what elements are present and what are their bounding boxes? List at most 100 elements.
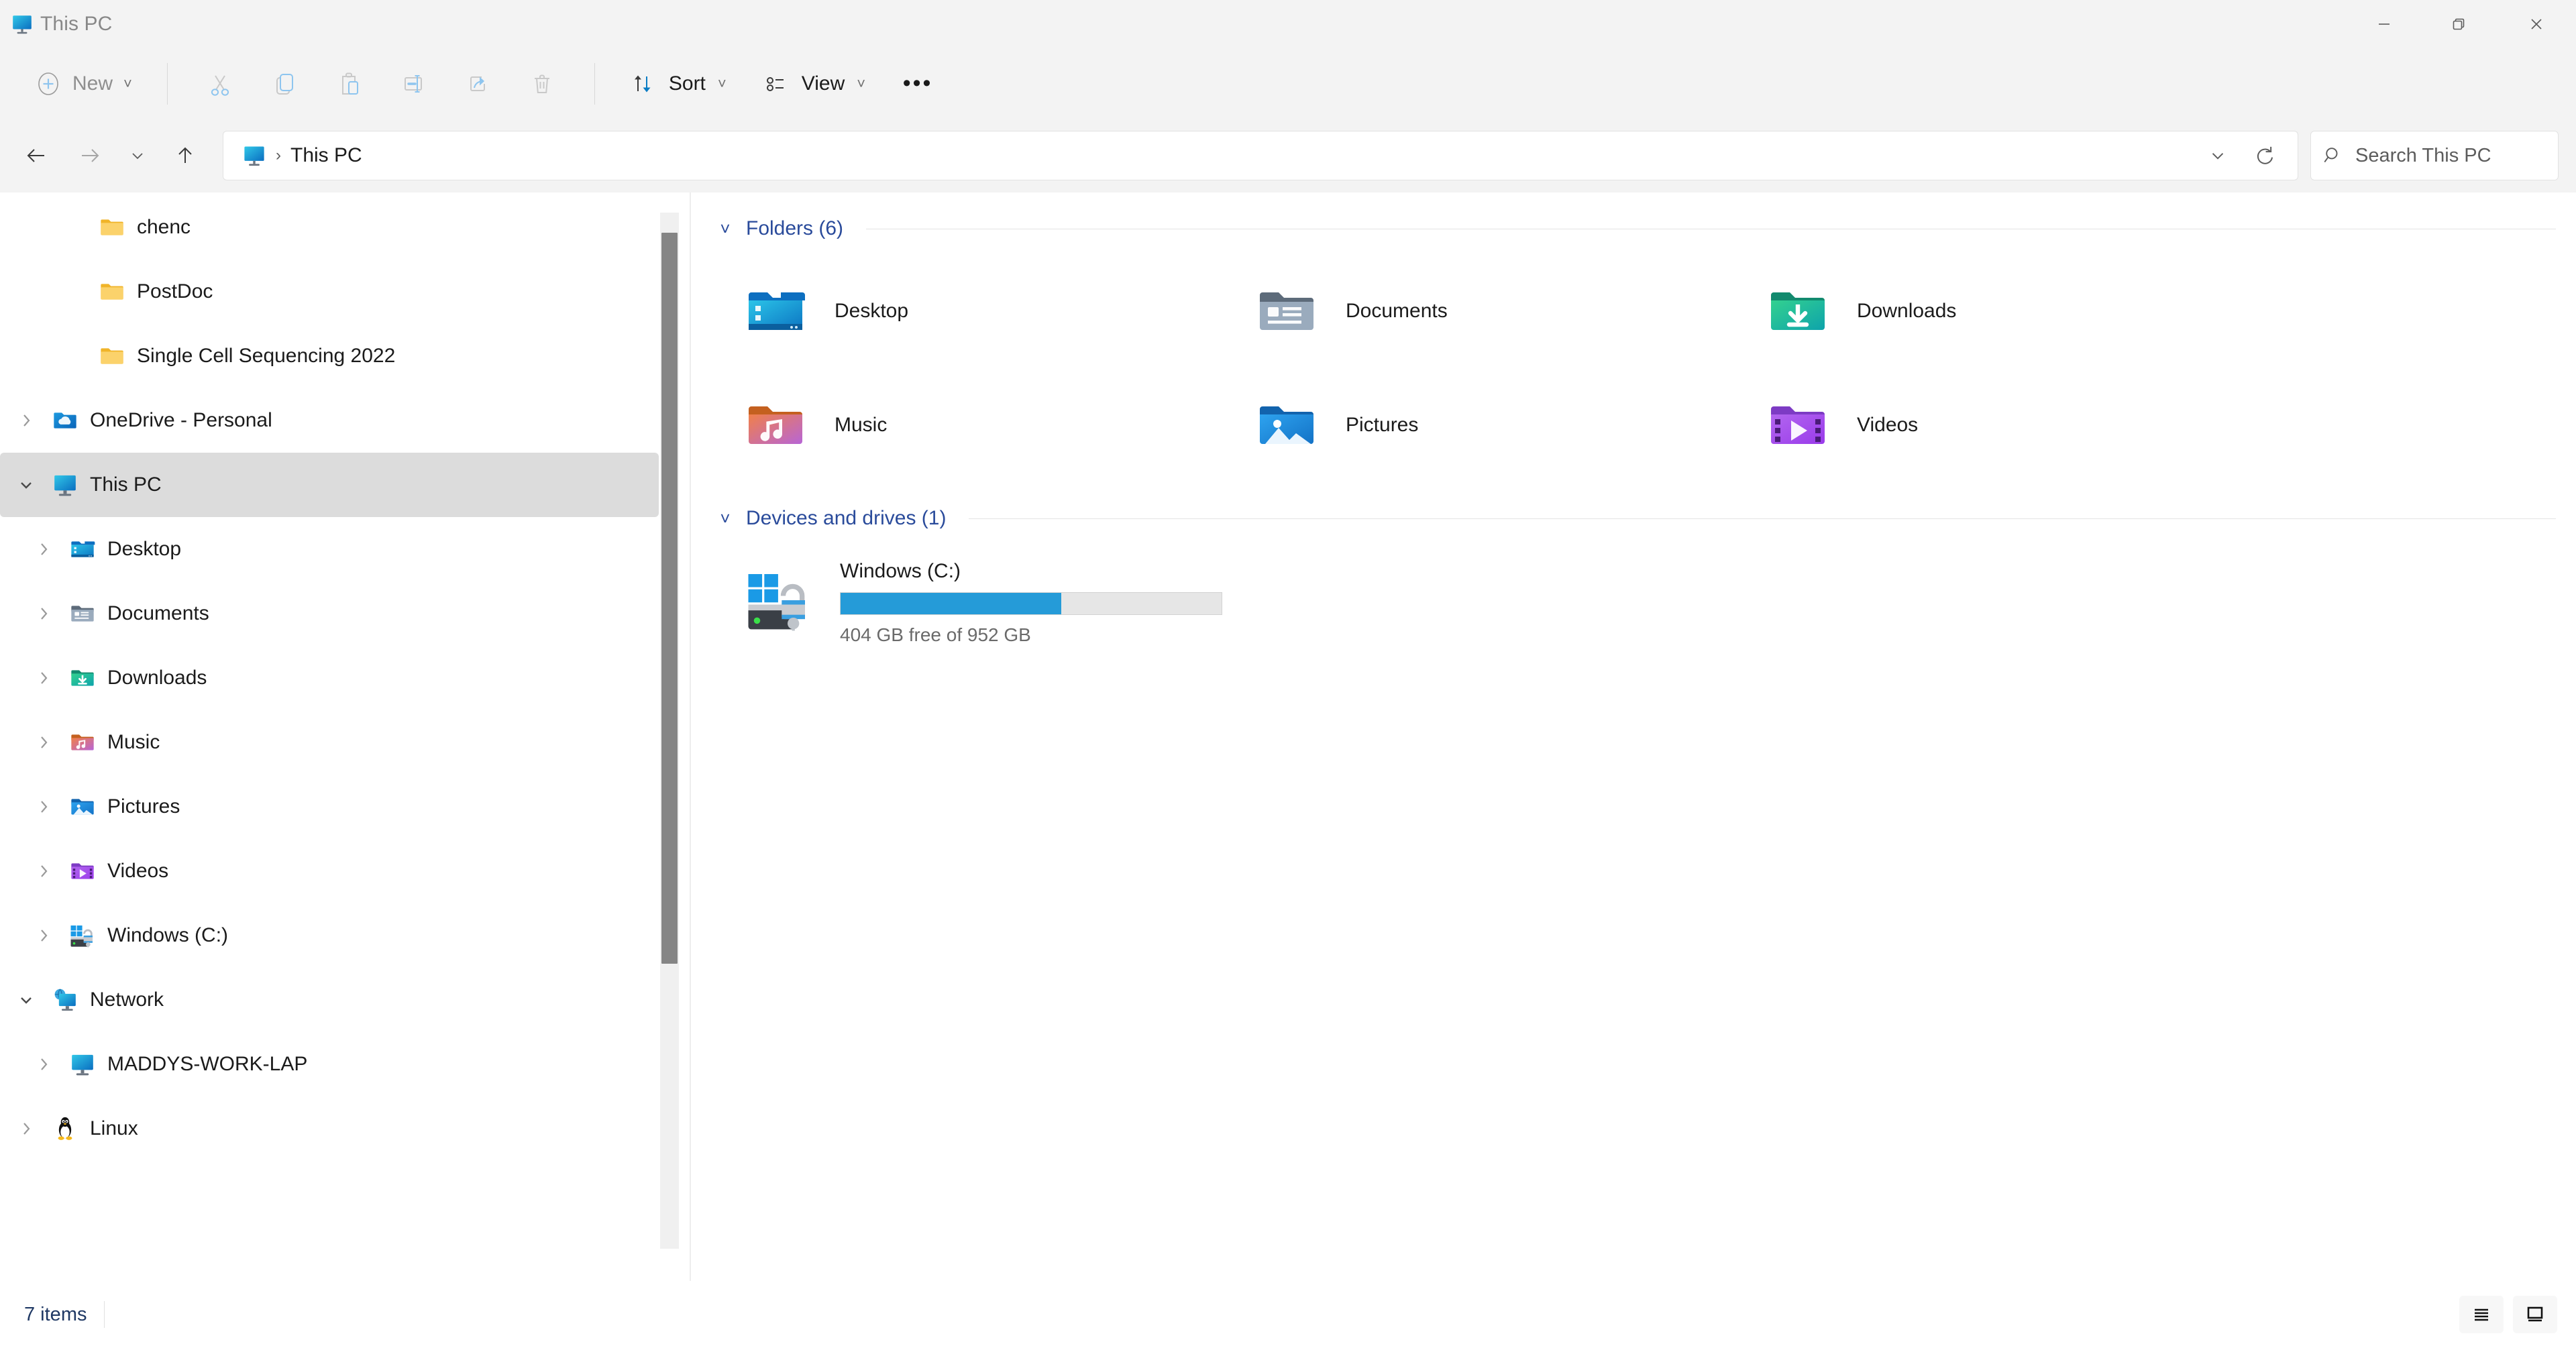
refresh-icon[interactable] (2241, 132, 2288, 179)
sidebar-item-documents[interactable]: Documents (0, 581, 659, 646)
chevron-down-icon[interactable] (7, 476, 46, 494)
content-pane: ˅ Folders (6) Desktop Documents Downloads M… (691, 192, 2576, 1281)
sidebar-item-pictures[interactable]: Pictures (0, 775, 659, 839)
sidebar-item-this-pc[interactable]: This PC (0, 453, 659, 517)
drive-capacity-bar (840, 592, 1222, 615)
chevron-right-icon[interactable] (24, 798, 63, 816)
sidebar-item-single-cell-sequencing-2022[interactable]: Single Cell Sequencing 2022 (0, 324, 659, 388)
drive-windows-icon (63, 922, 102, 949)
chevron-right-icon[interactable] (24, 862, 63, 880)
folder-tile-label: Videos (1857, 414, 1919, 436)
sidebar-item-label: Linux (90, 1117, 138, 1139)
folder-documents-icon (1246, 279, 1327, 343)
chevron-right-icon[interactable] (7, 412, 46, 429)
folder-desktop-icon (735, 279, 816, 343)
view-button[interactable]: View ˅ (748, 58, 879, 109)
folder-downloads-icon (63, 665, 102, 691)
paste-button[interactable] (317, 58, 381, 109)
sidebar-item-postdoc[interactable]: PostDoc (0, 260, 659, 324)
toolbar-divider (166, 62, 168, 105)
sidebar-item-label: Windows (C:) (107, 924, 229, 946)
sidebar-item-label: Network (90, 989, 164, 1011)
pane-divider[interactable] (690, 192, 691, 1281)
breadcrumb-separator: › (276, 146, 281, 164)
chevron-down-icon[interactable] (7, 991, 46, 1009)
folder-tile-pictures[interactable]: Pictures (1226, 368, 1737, 482)
share-button[interactable] (445, 58, 510, 109)
folder-tile-videos[interactable]: Videos (1737, 368, 2249, 482)
folders-group-header[interactable]: ˅ Folders (6) (715, 203, 2556, 254)
search-placeholder: Search This PC (2355, 144, 2491, 166)
recent-locations-button[interactable] (117, 130, 158, 181)
sidebar-item-network[interactable]: Network (0, 968, 659, 1032)
minimize-button[interactable] (2347, 0, 2422, 48)
sidebar-item-label: Downloads (107, 667, 207, 689)
explorer-body: chenc PostDoc Single Cell Sequencing 2022 O… (0, 192, 2576, 1281)
linux-penguin-icon (46, 1115, 85, 1142)
this-pc-monitor-icon (46, 471, 85, 498)
computer-monitor-icon (63, 1051, 102, 1078)
folder-tile-label: Music (835, 414, 888, 436)
chevron-right-icon[interactable] (24, 1056, 63, 1073)
drives-group-header[interactable]: ˅ Devices and drives (1) (715, 493, 2556, 544)
sidebar-item-label: MADDYS-WORK-LAP (107, 1053, 308, 1075)
breadcrumb-current[interactable]: This PC (290, 144, 362, 167)
folder-tile-label: Downloads (1857, 300, 1957, 322)
folder-downloads-icon (1758, 279, 1838, 343)
folder-music-icon (735, 393, 816, 457)
copy-button[interactable] (252, 58, 317, 109)
network-icon (46, 987, 85, 1013)
plus-circle-icon (35, 70, 62, 97)
search-input[interactable]: Search This PC (2310, 131, 2559, 180)
address-history-dropdown[interactable] (2194, 132, 2241, 179)
sidebar-item-downloads[interactable]: Downloads (0, 646, 659, 710)
status-bar-right (2459, 1296, 2557, 1333)
sort-arrows-icon (629, 70, 657, 98)
folder-tile-documents[interactable]: Documents (1226, 254, 1737, 368)
chevron-right-icon[interactable] (24, 605, 63, 622)
sidebar-item-desktop[interactable]: Desktop (0, 517, 659, 581)
chevron-right-icon[interactable] (24, 927, 63, 944)
sidebar-scrollbar-thumb[interactable] (661, 233, 678, 964)
chevron-right-icon[interactable] (24, 541, 63, 558)
large-icons-view-icon[interactable] (2513, 1296, 2557, 1333)
up-button[interactable] (158, 130, 212, 181)
chevron-down-icon[interactable]: ˅ (715, 219, 735, 239)
file-explorer-window: This PC New ˅ Sort ˅ View ˅ ••• › This P… (0, 0, 2576, 1348)
more-options-button[interactable]: ••• (887, 58, 949, 109)
sidebar-item-videos[interactable]: Videos (0, 839, 659, 903)
sidebar-item-linux[interactable]: Linux (0, 1097, 659, 1161)
folder-tile-downloads[interactable]: Downloads (1737, 254, 2249, 368)
address-path-field[interactable]: › This PC (223, 131, 2298, 180)
title-bar: This PC (0, 0, 2576, 48)
back-button[interactable] (9, 130, 63, 181)
new-button[interactable]: New ˅ (23, 58, 147, 109)
sidebar-item-label: chenc (137, 216, 191, 238)
forward-button[interactable] (63, 130, 117, 181)
close-button[interactable] (2497, 0, 2576, 48)
sidebar-item-label: This PC (90, 473, 162, 496)
delete-button[interactable] (510, 58, 574, 109)
sidebar-item-maddys-work-lap[interactable]: MADDYS-WORK-LAP (0, 1032, 659, 1097)
folder-tile-desktop[interactable]: Desktop (715, 254, 1226, 368)
rename-button[interactable] (381, 58, 445, 109)
status-bar: 7 items (0, 1281, 2576, 1348)
chevron-right-icon[interactable] (7, 1120, 46, 1137)
chevron-right-icon[interactable] (24, 734, 63, 751)
sidebar-item-chenc[interactable]: chenc (0, 195, 659, 260)
sidebar-item-onedrive-personal[interactable]: OneDrive - Personal (0, 388, 659, 453)
sidebar-item-label: PostDoc (137, 280, 213, 302)
view-list-icon (761, 70, 790, 98)
drive-item-windows-c[interactable]: Windows (C:) 404 GB free of 952 GB (715, 544, 2556, 646)
breadcrumb-this-pc-icon (242, 144, 266, 168)
sidebar-item-label: Desktop (107, 538, 182, 560)
sidebar-item-windows-c[interactable]: Windows (C:) (0, 903, 659, 968)
sort-button[interactable]: Sort ˅ (615, 58, 740, 109)
sidebar-item-music[interactable]: Music (0, 710, 659, 775)
chevron-down-icon[interactable]: ˅ (715, 508, 735, 529)
details-view-icon[interactable] (2459, 1296, 2504, 1333)
folder-tile-music[interactable]: Music (715, 368, 1226, 482)
chevron-right-icon[interactable] (24, 669, 63, 687)
restore-button[interactable] (2422, 0, 2497, 48)
cut-button[interactable] (188, 58, 252, 109)
